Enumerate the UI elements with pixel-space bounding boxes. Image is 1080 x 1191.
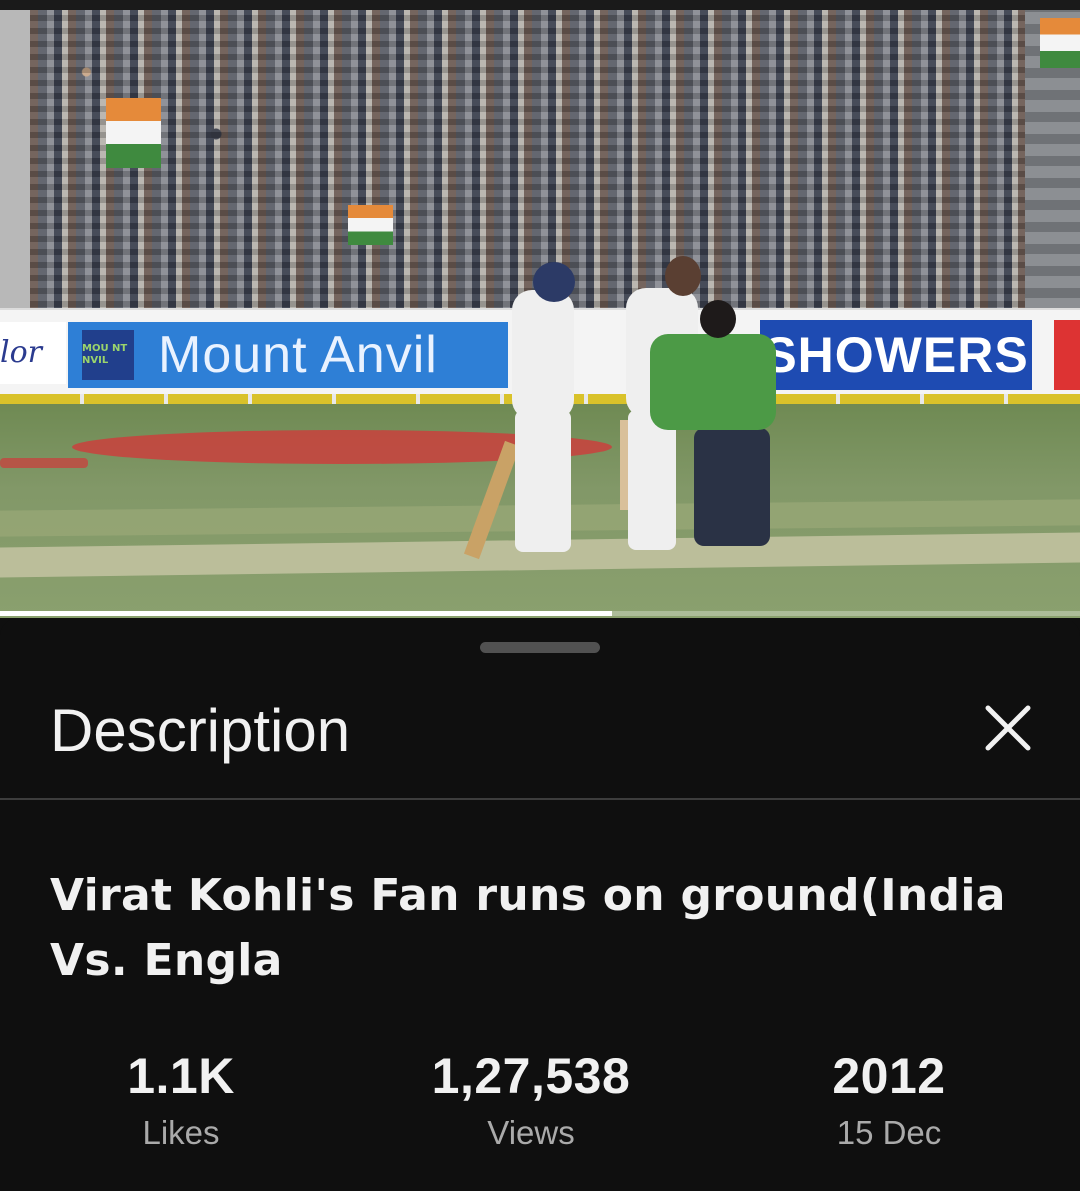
likes-count: 1.1K [127,1048,235,1104]
description-sheet: Description Virat Kohli's Fan runs on gr… [0,618,1080,1191]
flag-graphic [106,98,161,168]
upload-date: 15 Dec [836,1114,942,1151]
date-stat: 2012 15 Dec [739,1046,1039,1156]
banner-left-text: lor [0,322,66,384]
batsman-figure [515,410,571,552]
ground-logo [0,458,88,468]
batsman-figure [512,290,574,420]
flag-graphic [1040,18,1080,68]
views-label: Views [487,1114,575,1151]
close-icon [985,705,1031,751]
video-frame-pole [0,10,30,310]
drag-handle[interactable] [480,642,600,653]
video-title: Virat Kohli's Fan runs on ground(India V… [50,870,1006,986]
video-player[interactable]: lor MOU NT NVIL Mount Anvil SHOWERS [0,0,1080,618]
divider [0,798,1080,800]
fan-figure [700,300,736,338]
sheet-title: Description [50,697,351,764]
fan-figure [650,334,776,430]
flag-graphic [348,205,393,245]
status-strip [0,0,1080,10]
showers-banner: SHOWERS [760,320,1032,390]
mount-anvil-text: Mount Anvil [158,326,438,384]
upload-year: 2012 [832,1048,946,1104]
mount-anvil-logo: MOU NT NVIL [82,330,134,380]
batsman-figure [628,410,676,550]
close-button[interactable] [978,698,1038,758]
video-progress-bar[interactable] [0,611,1080,616]
likes-label: Likes [142,1114,220,1151]
views-stat: 1,27,538 Views [381,1046,681,1156]
video-progress-fill [0,611,613,616]
batsman-figure [533,262,575,302]
batsman-figure [665,256,701,296]
banner-red-edge [1054,320,1080,390]
likes-stat: 1.1K Likes [31,1046,331,1156]
views-count: 1,27,538 [431,1048,631,1104]
fan-figure [694,428,770,546]
showers-text: SHOWERS [763,327,1029,383]
mount-anvil-banner: MOU NT NVIL Mount Anvil [68,322,508,388]
